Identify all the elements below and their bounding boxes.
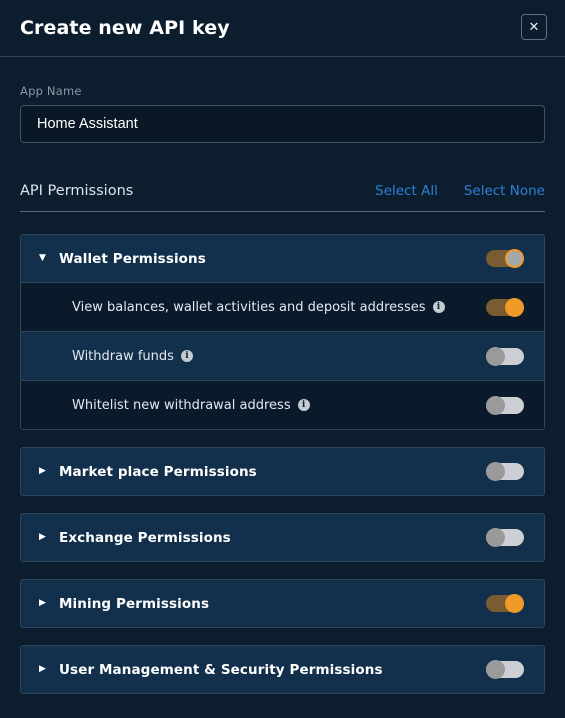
- permission-section-wallet-permissions: ▼ Wallet Permissions View balances, wallet…: [20, 234, 545, 430]
- permission-section-exchange-permissions: ▶ Exchange Permissions: [20, 513, 545, 562]
- info-icon[interactable]: i: [297, 399, 310, 411]
- permission-section-toggle[interactable]: [486, 528, 524, 547]
- permission-item-view-balances-wallet-activities-and-depo: View balances, wallet activities and dep…: [21, 282, 544, 331]
- permission-item-label-wrap: Whitelist new withdrawal address i: [72, 398, 486, 413]
- toggle-knob: [505, 594, 524, 613]
- toggle-knob: [486, 346, 505, 366]
- toggle-knob: [486, 462, 505, 481]
- permission-item-withdraw-funds: Withdraw funds i: [21, 331, 544, 380]
- chevron-right-icon[interactable]: ▶: [39, 533, 51, 542]
- permission-item-toggle[interactable]: [486, 395, 524, 415]
- permission-section-market-place-permissions: ▶ Market place Permissions: [20, 447, 545, 496]
- toggle-knob: [486, 528, 505, 547]
- api-permissions-title: API Permissions: [20, 183, 134, 199]
- permission-section-header[interactable]: ▶ Exchange Permissions: [21, 514, 544, 561]
- toggle-knob: [486, 660, 505, 679]
- permission-section-toggle[interactable]: [486, 462, 524, 481]
- app-name-label: App Name: [20, 84, 82, 98]
- permission-section-user-management-security-permissions: ▶ User Management & Security Permissions: [20, 645, 545, 694]
- toggle-knob: [505, 297, 524, 317]
- select-none-link[interactable]: Select None: [464, 183, 545, 199]
- permission-item-label-wrap: Withdraw funds i: [72, 349, 486, 364]
- permission-section-title: Mining Permissions: [59, 595, 210, 612]
- toggle-knob: [505, 249, 524, 268]
- app-name-input[interactable]: [20, 105, 545, 143]
- permission-item-toggle[interactable]: [486, 346, 524, 366]
- chevron-right-icon[interactable]: ▶: [39, 467, 51, 476]
- page-title: Create new API key: [20, 17, 230, 39]
- chevron-down-icon[interactable]: ▼: [39, 254, 51, 263]
- chevron-right-icon[interactable]: ▶: [39, 665, 51, 674]
- close-button[interactable]: ✕: [521, 14, 547, 40]
- select-all-link[interactable]: Select All: [375, 183, 438, 199]
- permission-section-title: Wallet Permissions: [59, 250, 206, 267]
- info-icon[interactable]: i: [180, 350, 193, 362]
- permission-section-toggle[interactable]: [486, 660, 524, 679]
- permission-section-header[interactable]: ▶ Market place Permissions: [21, 448, 544, 495]
- permission-section-toggle[interactable]: [486, 594, 524, 613]
- api-permissions-header: API Permissions Select All Select None: [20, 183, 545, 212]
- permission-section-mining-permissions: ▶ Mining Permissions: [20, 579, 545, 628]
- permission-bulk-actions: Select All Select None: [375, 183, 545, 199]
- permission-item-toggle[interactable]: [486, 297, 524, 317]
- toggle-knob: [486, 395, 505, 415]
- permission-section-title: Market place Permissions: [59, 463, 257, 480]
- permission-section-header[interactable]: ▼ Wallet Permissions: [21, 235, 544, 282]
- permission-section-toggle[interactable]: [486, 249, 524, 268]
- permission-section-title: Exchange Permissions: [59, 529, 231, 546]
- permission-item-whitelist-new-withdrawal-address: Whitelist new withdrawal address i: [21, 380, 544, 429]
- permission-section-header[interactable]: ▶ Mining Permissions: [21, 580, 544, 627]
- permission-item-label: View balances, wallet activities and dep…: [72, 299, 426, 315]
- permission-sections: ▼ Wallet Permissions View balances, wallet…: [20, 234, 545, 694]
- modal-body: App Name API Permissions Select All Sele…: [0, 84, 565, 694]
- info-icon[interactable]: i: [432, 301, 445, 313]
- permission-section-title: User Management & Security Permissions: [59, 661, 383, 678]
- permission-item-label: Withdraw funds: [72, 348, 174, 364]
- close-icon: ✕: [528, 19, 540, 35]
- permission-item-label: Whitelist new withdrawal address: [72, 397, 291, 413]
- permission-item-label-wrap: View balances, wallet activities and dep…: [72, 300, 486, 315]
- chevron-right-icon[interactable]: ▶: [39, 599, 51, 608]
- permission-section-header[interactable]: ▶ User Management & Security Permissions: [21, 646, 544, 693]
- modal-header: Create new API key ✕: [0, 0, 565, 57]
